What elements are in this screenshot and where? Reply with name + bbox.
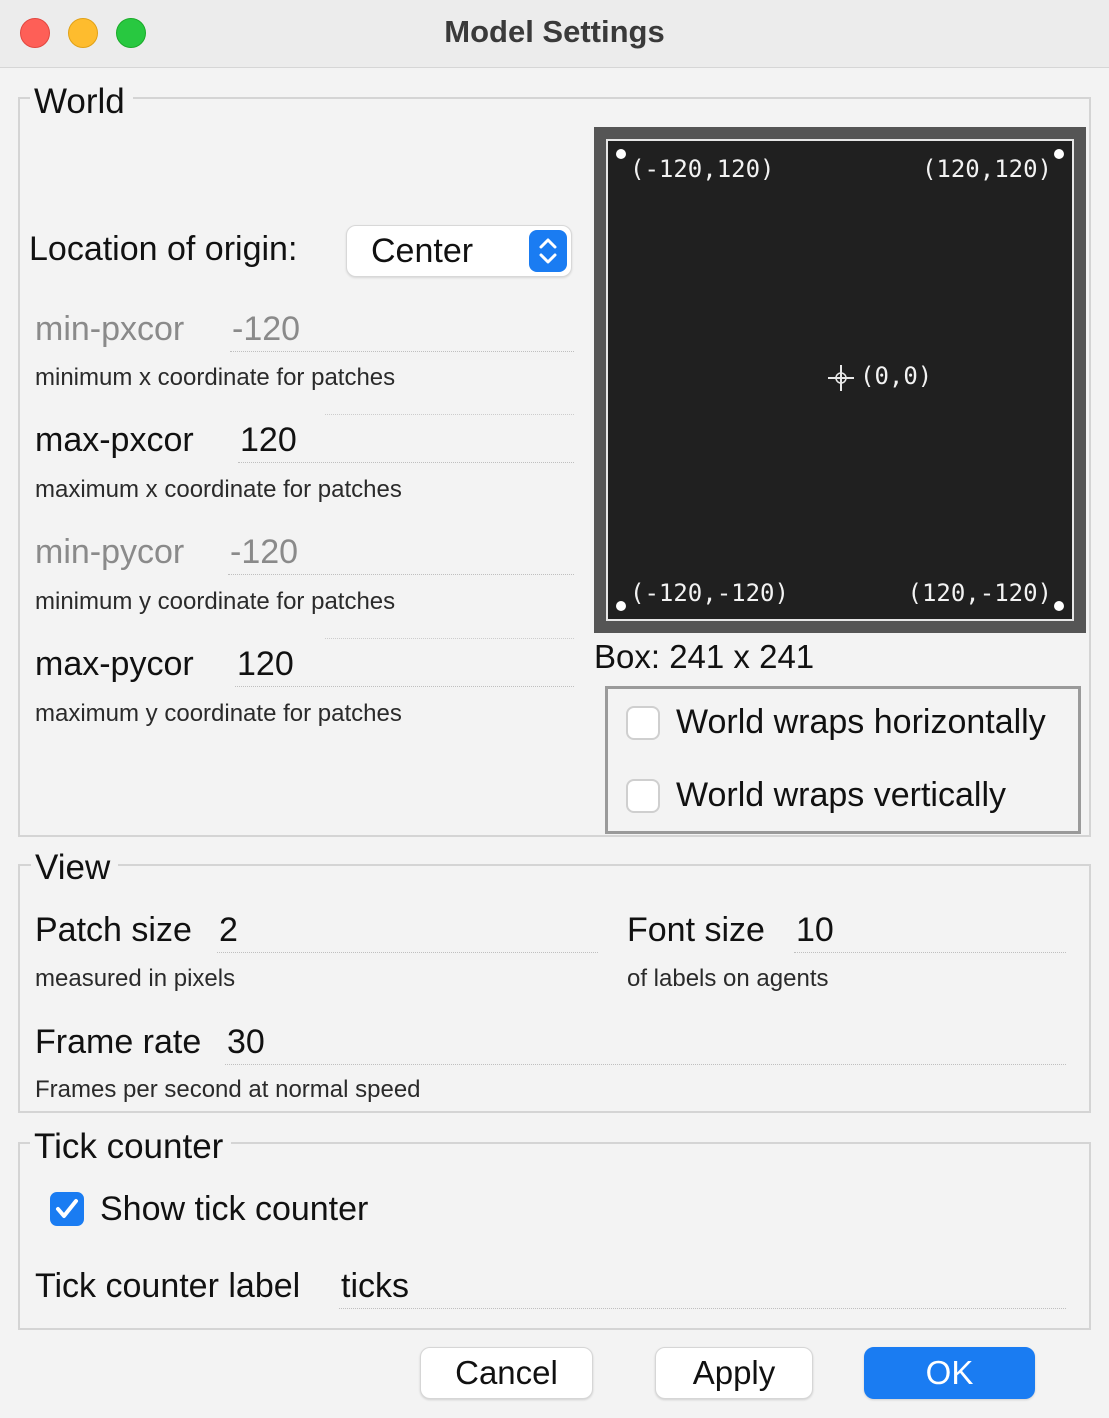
wrap-options-box: World wraps horizontally World wraps ver… [605,686,1081,834]
wrap-horizontal-label[interactable]: World wraps horizontally [676,703,1046,742]
coord-top-left: (-120,120) [630,155,775,183]
origin-label: Location of origin: [29,230,298,268]
corner-dot [1054,149,1064,159]
wrap-vertical-label[interactable]: World wraps vertically [676,776,1006,815]
font-size-input[interactable]: 10 [794,911,1066,953]
min-pycor-label: min-pycor [35,533,185,571]
world-preview: (-120,120) (120,120) (-120,-120) (120,-1… [594,127,1086,633]
min-pxcor-input[interactable]: -120 [230,310,574,352]
max-pxcor-label: max-pxcor [35,421,194,459]
tick-counter-label-input[interactable]: ticks [339,1267,1066,1309]
wrap-horizontal-checkbox[interactable] [626,706,660,740]
min-pxcor-help: minimum x coordinate for patches [35,364,396,391]
separator [325,414,574,415]
patch-size-help: measured in pixels [35,965,236,992]
crosshair-icon [826,363,856,393]
show-tick-counter-checkbox[interactable] [50,1192,84,1226]
font-size-label: Font size [627,911,765,949]
min-pycor-input[interactable]: -120 [228,533,574,575]
updown-chevron-icon [529,230,567,272]
max-pycor-help: maximum y coordinate for patches [35,700,402,727]
max-pycor-input[interactable]: 120 [235,645,574,687]
coord-bottom-left: (-120,-120) [630,579,789,607]
coord-top-right: (120,120) [921,155,1052,183]
view-group-title: View [31,848,119,888]
title-bar: Model Settings [0,0,1109,68]
patch-size-label: Patch size [35,911,192,949]
apply-button[interactable]: Apply [655,1347,813,1399]
font-size-help: of labels on agents [627,965,829,992]
world-group-title: World [30,82,133,122]
box-size-label: Box: 241 x 241 [594,638,815,675]
world-preview-canvas: (-120,120) (120,120) (-120,-120) (120,-1… [606,139,1074,621]
corner-dot [616,601,626,611]
max-pxcor-input[interactable]: 120 [238,421,574,463]
tick-counter-group-title: Tick counter [30,1127,232,1167]
corner-dot [1054,601,1064,611]
checkmark-icon [56,1199,78,1218]
window-title: Model Settings [444,14,665,49]
min-pxcor-label: min-pxcor [35,310,185,348]
separator [325,638,574,639]
frame-rate-help: Frames per second at normal speed [35,1076,421,1103]
origin-select-value: Center [371,232,474,270]
show-tick-counter-label[interactable]: Show tick counter [100,1190,368,1229]
min-pycor-help: minimum y coordinate for patches [35,588,396,615]
frame-rate-label: Frame rate [35,1023,202,1061]
coord-bottom-right: (120,-120) [907,579,1053,607]
frame-rate-input[interactable]: 30 [225,1023,1066,1065]
origin-select[interactable]: Center [346,225,572,277]
wrap-vertical-checkbox[interactable] [626,779,660,813]
coord-origin: (0,0) [860,362,933,390]
cancel-button[interactable]: Cancel [420,1347,593,1399]
tick-counter-label-label: Tick counter label [35,1267,301,1305]
max-pycor-label: max-pycor [35,645,194,683]
max-pxcor-help: maximum x coordinate for patches [35,476,402,503]
patch-size-input[interactable]: 2 [217,911,598,953]
ok-button[interactable]: OK [864,1347,1035,1399]
corner-dot [616,149,626,159]
